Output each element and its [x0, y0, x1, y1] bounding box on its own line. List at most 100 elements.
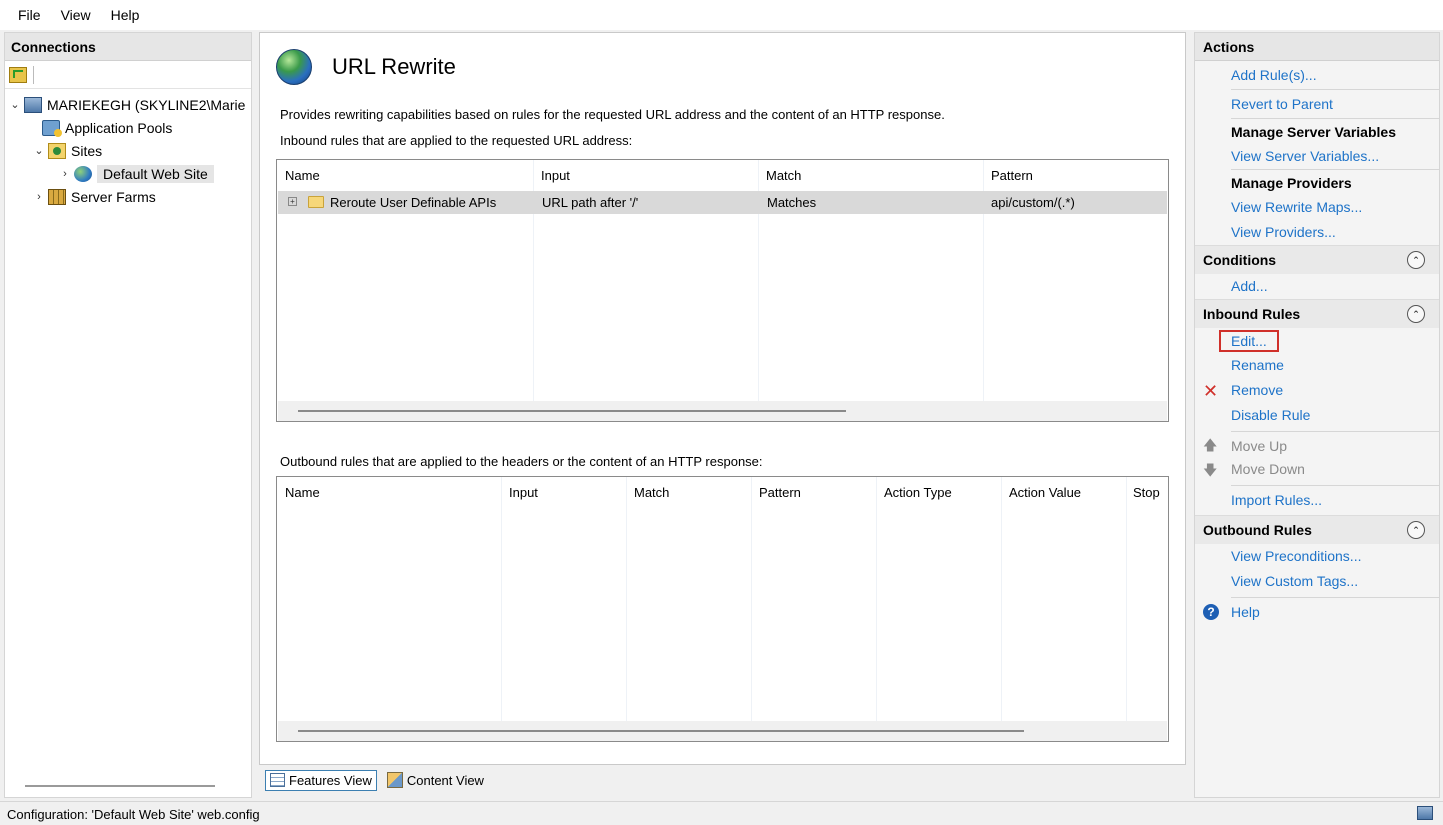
features-view-button[interactable]: Features View [265, 769, 377, 791]
collapse-chevron-icon[interactable]: ⌃ [1407, 305, 1425, 323]
collapse-chevron-icon[interactable]: ⌃ [1407, 521, 1425, 539]
rule-input: URL path after '/' [542, 195, 639, 210]
connections-pane: Connections ⌄ MARIEKEGH (SKYLINE2\Marie … [4, 32, 252, 798]
outbound-header-stop[interactable]: Stop [1133, 485, 1160, 500]
content-view-label: Content View [406, 772, 484, 788]
rule-name: Reroute User Definable APIs [330, 195, 497, 210]
remove-link-row[interactable]: ✕ Remove [1195, 378, 1439, 403]
server-status-icon [1417, 806, 1433, 820]
view-custom-tags-link[interactable]: View Custom Tags... [1195, 569, 1439, 594]
view-providers-link[interactable]: View Providers... [1195, 220, 1439, 245]
inbound-rules-section-title: Inbound Rules [1203, 306, 1301, 322]
features-view-label: Features View [289, 772, 372, 788]
conditions-section-header[interactable]: Conditions ⌃ [1195, 245, 1439, 274]
menu-help[interactable]: Help [101, 7, 150, 23]
page-title: URL Rewrite [332, 54, 456, 79]
column-divider [876, 477, 877, 721]
manage-providers-heading: Manage Providers [1231, 175, 1352, 191]
tree-node-server-label: MARIEKEGH (SKYLINE2\Marie [47, 96, 246, 113]
move-down-link: Move Down [1231, 461, 1305, 477]
column-divider [751, 477, 752, 721]
inbound-horizontal-scrollbar[interactable] [278, 401, 1167, 421]
page-header: URL Rewrite [276, 49, 456, 85]
status-bar: Configuration: 'Default Web Site' web.co… [0, 801, 1443, 825]
inbound-rule-row[interactable]: + Reroute User Definable APIs URL path a… [278, 191, 1167, 214]
tree-node-server[interactable]: ⌄ MARIEKEGH (SKYLINE2\Marie [5, 93, 251, 116]
content-view-icon [386, 772, 403, 788]
disable-rule-link[interactable]: Disable Rule [1195, 403, 1439, 428]
column-divider [1126, 477, 1127, 721]
import-rules-link[interactable]: Import Rules... [1195, 486, 1439, 515]
sites-folder-icon [48, 142, 66, 159]
column-divider [626, 477, 627, 721]
actions-pane: Actions Add Rule(s)... Revert to Parent … [1194, 32, 1440, 798]
rename-link[interactable]: Rename [1195, 353, 1439, 378]
view-switcher: Features View Content View [259, 765, 1186, 795]
server-farm-icon [48, 188, 66, 205]
outbound-header-name[interactable]: Name [285, 485, 320, 500]
tree-node-server-farms-label: Server Farms [71, 188, 156, 205]
view-preconditions-link[interactable]: View Preconditions... [1195, 544, 1439, 569]
view-rewrite-maps-link[interactable]: View Rewrite Maps... [1195, 195, 1439, 220]
toolbar-separator [33, 65, 34, 84]
inbound-header-input[interactable]: Input [541, 168, 570, 183]
inbound-rules-section-header[interactable]: Inbound Rules ⌃ [1195, 299, 1439, 328]
menu-view[interactable]: View [51, 7, 101, 23]
outbound-header-input[interactable]: Input [509, 485, 538, 500]
outbound-rules-caption: Outbound rules that are applied to the h… [280, 454, 763, 469]
revert-to-parent-link[interactable]: Revert to Parent [1195, 90, 1439, 118]
connections-horizontal-scrollbar[interactable] [25, 785, 215, 787]
tree-node-default-web-site[interactable]: › Default Web Site [5, 162, 251, 185]
outbound-header-action-value[interactable]: Action Value [1009, 485, 1081, 500]
inbound-header-name[interactable]: Name [285, 168, 320, 183]
conditions-add-link[interactable]: Add... [1195, 274, 1439, 299]
rule-match: Matches [767, 195, 817, 210]
expanded-icon[interactable]: ⌄ [33, 144, 45, 157]
add-rules-link[interactable]: Add Rule(s)... [1195, 61, 1439, 89]
up-level-icon[interactable] [9, 66, 27, 83]
url-rewrite-feature-pane: URL Rewrite Provides rewriting capabilit… [259, 32, 1186, 765]
application-pool-icon [42, 119, 62, 137]
collapsed-icon[interactable]: › [33, 191, 45, 203]
remove-link[interactable]: Remove [1231, 382, 1283, 398]
tree-node-app-pools-label: Application Pools [65, 119, 173, 136]
expand-plus-icon[interactable]: + [288, 197, 297, 206]
help-row[interactable]: ? Help [1195, 598, 1439, 623]
inbound-header-pattern[interactable]: Pattern [991, 168, 1033, 183]
tree-node-app-pools[interactable]: Application Pools [5, 116, 251, 139]
connections-toolbar [5, 61, 251, 89]
edit-link[interactable]: Edit... [1219, 330, 1279, 352]
outbound-header-action-type[interactable]: Action Type [884, 485, 952, 500]
outbound-horizontal-scrollbar[interactable] [278, 721, 1167, 741]
server-icon [24, 96, 42, 113]
remove-x-icon: ✕ [1203, 381, 1219, 401]
connections-title: Connections [5, 33, 251, 61]
content-view-button[interactable]: Content View [383, 770, 488, 790]
inbound-rules-table: Name Input Match Pattern + Reroute User … [276, 159, 1169, 422]
move-down-row: 🡇 Move Down [1195, 457, 1439, 482]
tree-node-sites[interactable]: ⌄ Sites [5, 139, 251, 162]
help-icon: ? [1203, 604, 1219, 620]
outbound-header-match[interactable]: Match [634, 485, 669, 500]
menu-bar: File View Help [0, 0, 1443, 30]
outbound-rules-section-header[interactable]: Outbound Rules ⌃ [1195, 515, 1439, 544]
edit-link-row: Edit... [1195, 328, 1439, 353]
globe-icon [74, 165, 92, 182]
connections-tree: ⌄ MARIEKEGH (SKYLINE2\Marie Application … [5, 89, 251, 208]
manage-server-variables-heading: Manage Server Variables [1231, 124, 1396, 140]
outbound-header-pattern[interactable]: Pattern [759, 485, 801, 500]
move-up-row: 🡅 Move Up [1195, 432, 1439, 457]
collapsed-icon[interactable]: › [59, 168, 71, 180]
folder-icon [308, 196, 324, 208]
arrow-up-icon: 🡅 [1203, 437, 1218, 453]
inbound-header-match[interactable]: Match [766, 168, 801, 183]
menu-file[interactable]: File [8, 7, 51, 23]
tree-node-server-farms[interactable]: › Server Farms [5, 185, 251, 208]
collapse-chevron-icon[interactable]: ⌃ [1407, 251, 1425, 269]
help-link[interactable]: Help [1231, 604, 1260, 620]
view-server-variables-link[interactable]: View Server Variables... [1195, 144, 1439, 169]
conditions-section-title: Conditions [1203, 252, 1277, 268]
arrow-down-icon: 🡇 [1203, 462, 1218, 478]
expanded-icon[interactable]: ⌄ [9, 98, 21, 111]
outbound-rules-table: Name Input Match Pattern Action Type Act… [276, 476, 1169, 742]
